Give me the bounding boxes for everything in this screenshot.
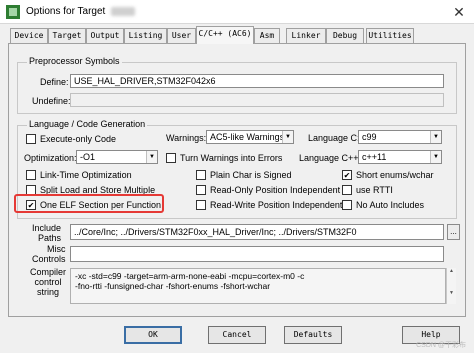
execute-only-label: Execute-only Code — [40, 134, 117, 144]
undefine-label: Undefine: — [32, 96, 71, 106]
language-c-value: c99 — [362, 132, 377, 142]
define-input[interactable]: USE_HAL_DRIVER,STM32F042x6 — [70, 74, 444, 88]
use-rtti-box[interactable] — [342, 185, 352, 195]
turn-warnings-box[interactable] — [166, 153, 176, 163]
chevron-down-icon: ▼ — [430, 151, 441, 163]
turn-warnings-checkbox[interactable]: Turn Warnings into Errors — [166, 152, 282, 164]
tab-output[interactable]: Output — [86, 28, 124, 43]
ok-button[interactable]: OK — [124, 326, 182, 344]
link-time-label: Link-Time Optimization — [40, 170, 132, 180]
include-paths-label: Include Paths — [32, 223, 62, 243]
link-time-checkbox[interactable]: Link-Time Optimization — [26, 169, 132, 181]
compiler-control-label: Compiler control string — [30, 267, 67, 297]
misc-controls-input[interactable] — [70, 246, 444, 262]
keil-app-icon — [6, 5, 20, 19]
no-auto-checkbox[interactable]: No Auto Includes — [342, 199, 424, 211]
warnings-value: AC5-like Warnings — [210, 132, 285, 142]
cancel-button[interactable]: Cancel — [208, 326, 266, 344]
highlight-box — [14, 194, 164, 213]
tab-asm[interactable]: Asm — [254, 28, 280, 43]
close-icon[interactable]: ✕ — [448, 2, 470, 22]
tab-utilities[interactable]: Utilities — [366, 28, 414, 43]
readwrite-pi-label: Read-Write Position Independent — [210, 200, 343, 210]
window-title: Options for Target — [26, 6, 106, 17]
include-paths-input[interactable]: ../Core/Inc; ../Drivers/STM32F0xx_HAL_Dr… — [70, 224, 444, 240]
use-rtti-checkbox[interactable]: use RTTI — [342, 184, 393, 196]
readwrite-pi-box[interactable] — [196, 200, 206, 210]
optimization-label: Optimization: — [24, 153, 77, 163]
define-label: Define: — [40, 77, 69, 87]
link-time-box[interactable] — [26, 170, 36, 180]
chevron-down-icon: ▼ — [430, 131, 441, 143]
readonly-pi-box[interactable] — [196, 185, 206, 195]
preprocessor-title: Preprocessor Symbols — [27, 56, 122, 66]
readwrite-pi-checkbox[interactable]: Read-Write Position Independent — [196, 199, 342, 211]
short-enums-checkbox[interactable]: Short enums/wchar — [342, 169, 434, 181]
tab-debug[interactable]: Debug — [326, 28, 364, 43]
tab-linker[interactable]: Linker — [286, 28, 326, 43]
undefine-input[interactable] — [70, 93, 444, 107]
target-name-blur — [111, 7, 135, 16]
chevron-down-icon: ▼ — [282, 131, 293, 143]
scroll-up-icon[interactable]: ▲ — [447, 268, 456, 274]
readonly-pi-checkbox[interactable]: Read-Only Position Independent — [196, 184, 340, 196]
include-browse-button[interactable]: ... — [447, 224, 460, 240]
language-c-label: Language C: — [308, 133, 360, 143]
misc-controls-label: Misc Controls — [32, 244, 66, 264]
tab-device[interactable]: Device — [10, 28, 48, 43]
tab-listing[interactable]: Listing — [124, 28, 167, 43]
no-auto-label: No Auto Includes — [356, 200, 425, 210]
plain-char-box[interactable] — [196, 170, 206, 180]
compiler-scrollbar[interactable]: ▲ ▼ — [446, 268, 456, 304]
execute-only-checkbox[interactable]: Execute-only Code — [26, 133, 116, 145]
language-cpp-value: c++11 — [362, 152, 387, 162]
use-rtti-label: use RTTI — [356, 185, 393, 195]
scroll-down-icon[interactable]: ▼ — [447, 290, 456, 296]
chevron-down-icon: ▼ — [146, 151, 157, 163]
plain-char-label: Plain Char is Signed — [210, 170, 292, 180]
plain-char-checkbox[interactable]: Plain Char is Signed — [196, 169, 292, 181]
compiler-control-text[interactable]: -xc -std=c99 -target=arm-arm-none-eabi -… — [70, 268, 446, 304]
warnings-label: Warnings: — [166, 133, 207, 143]
defaults-button[interactable]: Defaults — [284, 326, 342, 344]
no-auto-box[interactable] — [342, 200, 352, 210]
tab-user[interactable]: User — [167, 28, 196, 43]
title-bar: Options for Target ✕ — [0, 0, 474, 24]
execute-only-box[interactable] — [26, 134, 36, 144]
optimization-select[interactable]: -O1 ▼ — [76, 150, 158, 164]
optimization-value: -O1 — [80, 152, 96, 162]
turn-warnings-label: Turn Warnings into Errors — [180, 153, 283, 163]
tab-target[interactable]: Target — [48, 28, 86, 43]
tab-cpp-ac6[interactable]: C/C++ (AC6) — [196, 26, 254, 44]
warnings-select[interactable]: AC5-like Warnings ▼ — [206, 130, 294, 144]
language-cpp-select[interactable]: c++11 ▼ — [358, 150, 442, 164]
watermark: CSDN @干彩布 — [416, 342, 466, 349]
language-title: Language / Code Generation — [27, 119, 148, 129]
short-enums-box[interactable] — [342, 170, 352, 180]
short-enums-label: Short enums/wchar — [356, 170, 434, 180]
language-cpp-label: Language C++: — [299, 153, 362, 163]
language-c-select[interactable]: c99 ▼ — [358, 130, 442, 144]
readonly-pi-label: Read-Only Position Independent — [210, 185, 341, 195]
